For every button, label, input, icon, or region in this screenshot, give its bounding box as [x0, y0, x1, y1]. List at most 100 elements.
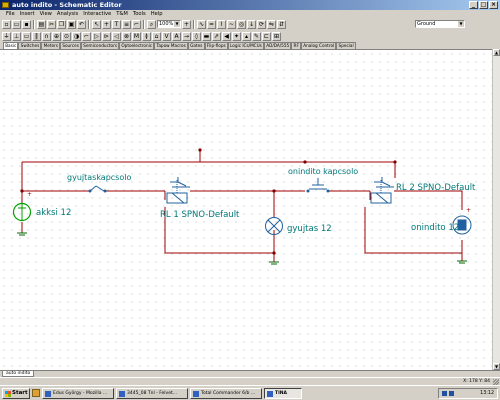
- minimize-button[interactable]: _: [469, 1, 478, 9]
- motor-component-icon[interactable]: M: [132, 31, 141, 41]
- taskbar-item-doc[interactable]: 3445_08 Tnl - Felvet...: [116, 387, 188, 399]
- probe-icon[interactable]: ↓: [247, 19, 256, 29]
- menu-view[interactable]: View: [40, 10, 52, 18]
- diode-component-icon[interactable]: ▷: [92, 31, 101, 41]
- potentiometer-component-icon[interactable]: ⇗: [212, 31, 221, 41]
- new-icon[interactable]: ▫: [2, 19, 11, 29]
- open-icon[interactable]: ▭: [12, 19, 21, 29]
- label-icon[interactable]: ⌐: [132, 19, 141, 29]
- quicklaunch-icon[interactable]: [32, 389, 40, 397]
- menu-tools[interactable]: Tools: [133, 10, 146, 18]
- schematic-drawing: + akksi 12 gyujtaskapcsolo RL 1 SPNO-Def…: [12, 148, 476, 265]
- opamp-component-icon[interactable]: ◁: [112, 31, 121, 41]
- crystal-component-icon[interactable]: ◊: [192, 31, 201, 41]
- menu-file[interactable]: File: [6, 10, 15, 18]
- ignition-switch-symbol[interactable]: [88, 185, 107, 193]
- transient-icon[interactable]: ⌇: [217, 19, 226, 29]
- menu-analysis[interactable]: Analysis: [57, 10, 78, 18]
- mirror-icon[interactable]: ⇋: [267, 19, 276, 29]
- tab-gates[interactable]: Gates: [187, 42, 205, 49]
- relay-component-icon[interactable]: ⌂: [152, 31, 161, 41]
- tab-ad-da-555[interactable]: AD/DA/555: [264, 42, 292, 49]
- tab-logic-ics-mcus[interactable]: Logic ICs/MCUs: [227, 42, 265, 49]
- tab-special[interactable]: Special: [336, 42, 356, 49]
- transformer-component-icon[interactable]: ≬: [142, 31, 151, 41]
- led-component-icon[interactable]: ✦: [232, 31, 241, 41]
- tab-analog-control[interactable]: Analog Control: [301, 42, 337, 49]
- tab-basic[interactable]: Basic: [3, 42, 19, 49]
- flip-icon[interactable]: ⇵: [277, 19, 286, 29]
- relay2-symbol[interactable]: [370, 177, 394, 204]
- tab-tapow-macros[interactable]: Tapow Macros: [154, 42, 188, 49]
- menu-interactive[interactable]: Interactive: [83, 10, 111, 18]
- volume-icon[interactable]: [449, 391, 454, 396]
- tab-switches[interactable]: Switches: [18, 42, 42, 49]
- capacitor-component-icon[interactable]: ‖: [32, 31, 41, 41]
- taskbar-item-total-commander[interactable]: Total Commander 6/b ...: [190, 387, 262, 399]
- transistor-component-icon[interactable]: ⊳: [102, 31, 111, 41]
- wire-icon[interactable]: +: [102, 19, 111, 29]
- generator-icon[interactable]: ◑: [72, 31, 81, 41]
- tab-rf[interactable]: RF: [291, 42, 302, 49]
- ground-select[interactable]: Ground ▼: [415, 20, 465, 28]
- battery-symbol[interactable]: [12, 202, 32, 222]
- bus-icon[interactable]: ≡: [122, 19, 131, 29]
- meter-icon[interactable]: ◎: [237, 19, 246, 29]
- menu-insert[interactable]: Insert: [20, 10, 35, 18]
- paste-icon[interactable]: ▣: [67, 19, 76, 29]
- battery-component-icon[interactable]: ⊥: [12, 31, 21, 41]
- toolbar-separator: [193, 19, 195, 29]
- zoom-in-icon[interactable]: +: [182, 19, 191, 29]
- save-icon[interactable]: ▪: [22, 19, 31, 29]
- text-icon[interactable]: T: [112, 19, 121, 29]
- schematic-canvas[interactable]: + akksi 12 gyujtaskapcsolo RL 1 SPNO-Def…: [0, 49, 492, 370]
- zoom-icon[interactable]: ⌕: [147, 19, 156, 29]
- print-icon[interactable]: ▤: [37, 19, 46, 29]
- probe-component-icon[interactable]: ✎: [252, 31, 261, 41]
- speaker-component-icon[interactable]: ◀: [222, 31, 231, 41]
- analysis-icon[interactable]: ∿: [197, 19, 206, 29]
- scroll-down-icon[interactable]: ▼: [493, 363, 500, 370]
- voltmeter-component-icon[interactable]: V: [162, 31, 171, 41]
- tab-flip-flops[interactable]: Flip-flops: [204, 42, 228, 49]
- start-button[interactable]: Start: [2, 387, 30, 399]
- inductor-component-icon[interactable]: ∩: [42, 31, 51, 41]
- ground-lamp-icon: [269, 261, 279, 265]
- maximize-button[interactable]: □: [479, 1, 488, 9]
- jumper-component-icon[interactable]: →: [182, 31, 191, 41]
- copy-icon[interactable]: ❐: [57, 19, 66, 29]
- switch-component-icon[interactable]: ⌐: [82, 31, 91, 41]
- resistor-component-icon[interactable]: ▭: [22, 31, 31, 41]
- undo-icon[interactable]: ↶: [77, 19, 86, 29]
- menu-help[interactable]: Help: [151, 10, 163, 18]
- ac-icon[interactable]: ~: [227, 19, 236, 29]
- button-component-icon[interactable]: ▴: [242, 31, 251, 41]
- dc-icon[interactable]: =: [207, 19, 216, 29]
- fuse-component-icon[interactable]: ▬: [202, 31, 211, 41]
- cut-icon[interactable]: ✂: [47, 19, 56, 29]
- port-component-icon[interactable]: ⊏: [262, 31, 271, 41]
- tab-semiconductors[interactable]: Semiconductors: [81, 42, 120, 49]
- macro-component-icon[interactable]: ⊞: [272, 31, 281, 41]
- relay1-symbol[interactable]: [166, 177, 190, 204]
- tab-sources[interactable]: Sources: [60, 42, 82, 49]
- rotate-icon[interactable]: ⟳: [257, 19, 266, 29]
- current-source-icon[interactable]: ⊙: [62, 31, 71, 41]
- close-button[interactable]: ×: [489, 1, 498, 9]
- menu-tm[interactable]: T&M: [116, 10, 128, 18]
- tab-optoelectronic[interactable]: Optoelectronic: [119, 42, 155, 49]
- scroll-up-icon[interactable]: ▲: [493, 49, 500, 56]
- ground-component-icon[interactable]: ⏚: [2, 31, 11, 41]
- pointer-icon[interactable]: ↖: [92, 19, 101, 29]
- network-icon[interactable]: [442, 391, 447, 396]
- lamp-component-icon[interactable]: ⊗: [122, 31, 131, 41]
- ammeter-component-icon[interactable]: A: [172, 31, 181, 41]
- zoom-select[interactable]: 100% ▼: [157, 20, 181, 28]
- taskbar-item-tina[interactable]: TINA: [264, 387, 302, 399]
- voltage-source-icon[interactable]: ⊕: [52, 31, 61, 41]
- starter-switch-symbol[interactable]: [306, 178, 330, 193]
- taskbar-item-mozilla[interactable]: Edus György - Mozilla ...: [42, 387, 114, 399]
- zoom-value: 100%: [159, 21, 174, 27]
- vertical-scrollbar[interactable]: ▲ ▼: [492, 49, 500, 370]
- tab-meters[interactable]: Meters: [41, 42, 61, 49]
